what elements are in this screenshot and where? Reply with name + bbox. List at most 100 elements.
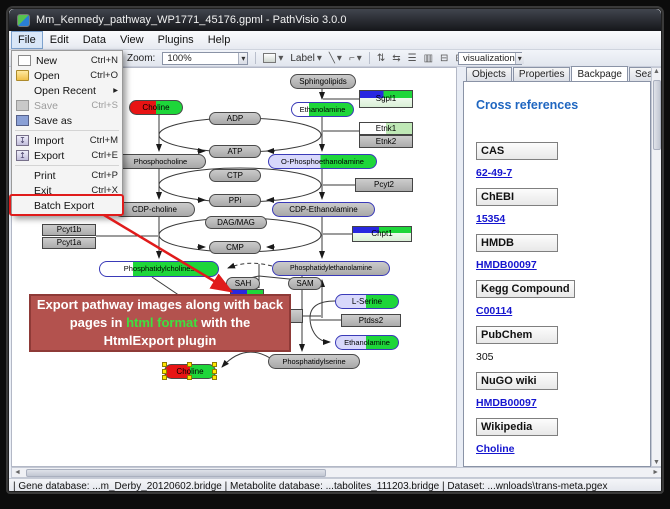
- label-tool-text: Label: [290, 53, 314, 64]
- node-atp[interactable]: ATP: [209, 145, 261, 158]
- stack-vertical-icon[interactable]: ⊟: [440, 53, 448, 64]
- chevron-down-icon[interactable]: ▾: [317, 53, 322, 64]
- menu-plugins[interactable]: Plugins: [151, 31, 201, 49]
- node-label: CDP-Ethanolamine: [289, 206, 357, 214]
- connector-tool-button[interactable]: ⌐ ▾: [349, 53, 362, 64]
- horizontal-scrollbar[interactable]: ◄ ►: [11, 467, 662, 478]
- title-bar[interactable]: Mm_Kennedy_pathway_WP1771_45176.gpml - P…: [9, 9, 661, 31]
- scroll-up-icon[interactable]: ▲: [653, 68, 660, 75]
- selection-handle[interactable]: [212, 362, 217, 367]
- line-tool-button[interactable]: ╲ ▾: [329, 53, 342, 64]
- chevron-down-icon[interactable]: ▾: [337, 53, 342, 64]
- selection-handle[interactable]: [212, 375, 217, 380]
- common-width-icon[interactable]: ▥: [424, 53, 433, 64]
- xref-value-nugo-wiki[interactable]: HMDB00097: [476, 397, 537, 409]
- menu-shortcut: Ctrl+S: [91, 100, 118, 111]
- menu-file[interactable]: File: [11, 31, 43, 49]
- menu-data[interactable]: Data: [76, 31, 113, 49]
- node-sphingolipids[interactable]: Sphingolipids: [290, 74, 356, 89]
- xref-value-wikipedia[interactable]: Choline: [476, 443, 515, 455]
- chevron-down-icon[interactable]: ▾: [357, 53, 362, 64]
- selection-handle[interactable]: [187, 362, 192, 367]
- node-choline[interactable]: Choline: [129, 100, 183, 115]
- scroll-right-icon[interactable]: ►: [652, 469, 659, 476]
- datanode-tool-button[interactable]: ▾: [263, 53, 283, 64]
- node-cdp-ethanolamine[interactable]: CDP-Ethanolamine: [272, 202, 375, 217]
- menu-item-save-as[interactable]: Save as: [12, 113, 122, 128]
- node-pcyt1b[interactable]: Pcyt1b: [42, 224, 96, 236]
- menu-help[interactable]: Help: [201, 31, 238, 49]
- chevron-down-icon[interactable]: ▾: [278, 53, 283, 64]
- node-chpt1[interactable]: Chpt1: [352, 226, 412, 242]
- node-ppi[interactable]: PPi: [209, 194, 261, 207]
- node-pcyt1a[interactable]: Pcyt1a: [42, 237, 96, 249]
- menu-item-exit[interactable]: ExitCtrl+X: [12, 183, 122, 198]
- menu-item-print[interactable]: PrintCtrl+P: [12, 168, 122, 183]
- selection-handle[interactable]: [187, 375, 192, 380]
- node-phosphatidylcholines[interactable]: Phosphatidylcholines: [99, 261, 219, 277]
- selection-handle[interactable]: [162, 369, 167, 374]
- xref-source-box: Kegg Compound: [476, 280, 575, 298]
- xref-value-cas[interactable]: 62-49-7: [476, 167, 512, 179]
- new-icon: [18, 55, 31, 66]
- visualization-combobox[interactable]: visualization ▾: [458, 52, 522, 65]
- node-dag-mag[interactable]: DAG/MAG: [205, 216, 267, 229]
- node-etnk1[interactable]: Etnk1: [359, 122, 413, 135]
- node-ctp[interactable]: CTP: [209, 169, 261, 182]
- menu-item-export[interactable]: ↥ExportCtrl+E: [12, 148, 122, 163]
- node-sgpl1[interactable]: Sgpl1: [359, 90, 413, 108]
- xref-value-hmdb[interactable]: HMDB00097: [476, 259, 537, 271]
- menu-bar: FileEditDataViewPluginsHelp: [9, 31, 661, 50]
- chevron-down-icon[interactable]: ▾: [515, 53, 524, 64]
- zoom-combobox[interactable]: 100% ▾: [162, 52, 248, 65]
- label-tool-button[interactable]: Label ▾: [290, 53, 322, 64]
- node-ethanolamine[interactable]: Ethanolamine: [335, 335, 399, 350]
- common-height-icon[interactable]: ☰: [408, 53, 417, 64]
- node-label: PPi: [229, 197, 241, 205]
- xref-value-chebi[interactable]: 15354: [476, 213, 505, 225]
- menu-item-new[interactable]: NewCtrl+N: [12, 53, 122, 68]
- selection-handle[interactable]: [162, 362, 167, 367]
- status-bar: | Gene database: ...m_Derby_20120602.bri…: [9, 478, 661, 492]
- node-adp[interactable]: ADP: [209, 112, 261, 125]
- node-ethanolamine[interactable]: Ethanolamine: [291, 102, 354, 117]
- xref-value-kegg-compound[interactable]: C00114: [476, 305, 512, 317]
- align-middle-icon[interactable]: ⇆: [392, 53, 400, 64]
- selection-handle[interactable]: [162, 375, 167, 380]
- menu-item-open[interactable]: OpenCtrl+O: [12, 68, 122, 83]
- zoom-value: 100%: [167, 53, 191, 64]
- scroll-left-icon[interactable]: ◄: [14, 469, 21, 476]
- node-label: Pcyt2: [374, 181, 394, 189]
- tab-backpage[interactable]: Backpage: [571, 66, 627, 81]
- node-sam[interactable]: SAM: [288, 277, 322, 290]
- chevron-down-icon[interactable]: ▾: [238, 53, 247, 64]
- menu-item-import[interactable]: ↧ImportCtrl+M: [12, 133, 122, 148]
- node-phosphocholine[interactable]: Phosphocholine: [115, 154, 206, 169]
- selection-handle[interactable]: [212, 369, 217, 374]
- menu-item-batch-export[interactable]: Batch Export: [12, 198, 122, 213]
- node-phosphatidylserine[interactable]: Phosphatidylserine: [268, 354, 360, 369]
- none-icon: [16, 85, 29, 96]
- align-center-icon[interactable]: ⇅: [377, 53, 385, 64]
- tab-objects[interactable]: Objects: [466, 67, 512, 81]
- node-l-serine[interactable]: L-Serine: [335, 294, 399, 309]
- horizontal-scrollbar-thumb[interactable]: [26, 469, 326, 477]
- annotation-line2-pre: pages in: [70, 315, 126, 330]
- node-cdp-choline[interactable]: CDP-choline: [114, 202, 195, 217]
- node-pcyt2[interactable]: Pcyt2: [355, 178, 413, 192]
- node-choline[interactable]: Choline: [164, 364, 216, 379]
- menu-item-open-recent[interactable]: Open Recent▸: [12, 83, 122, 98]
- node-ptdss2[interactable]: Ptdss2: [341, 314, 401, 327]
- menu-item-label: Exit: [34, 185, 91, 197]
- scroll-down-icon[interactable]: ▼: [653, 459, 660, 466]
- node-cmp[interactable]: CMP: [209, 241, 261, 254]
- node-phosphatidylethanolamine[interactable]: Phosphatidylethanolamine: [272, 261, 390, 276]
- annotation-line2-post: with the: [198, 315, 251, 330]
- tab-properties[interactable]: Properties: [513, 67, 571, 81]
- menu-view[interactable]: View: [113, 31, 151, 49]
- menu-edit[interactable]: Edit: [43, 31, 76, 49]
- vertical-scrollbar-thumb[interactable]: [653, 80, 661, 150]
- vertical-scrollbar[interactable]: ▲ ▼: [651, 67, 662, 467]
- node-o-phosphoethanolamine[interactable]: O-Phosphoethanolamine: [268, 154, 377, 169]
- node-etnk2[interactable]: Etnk2: [359, 135, 413, 148]
